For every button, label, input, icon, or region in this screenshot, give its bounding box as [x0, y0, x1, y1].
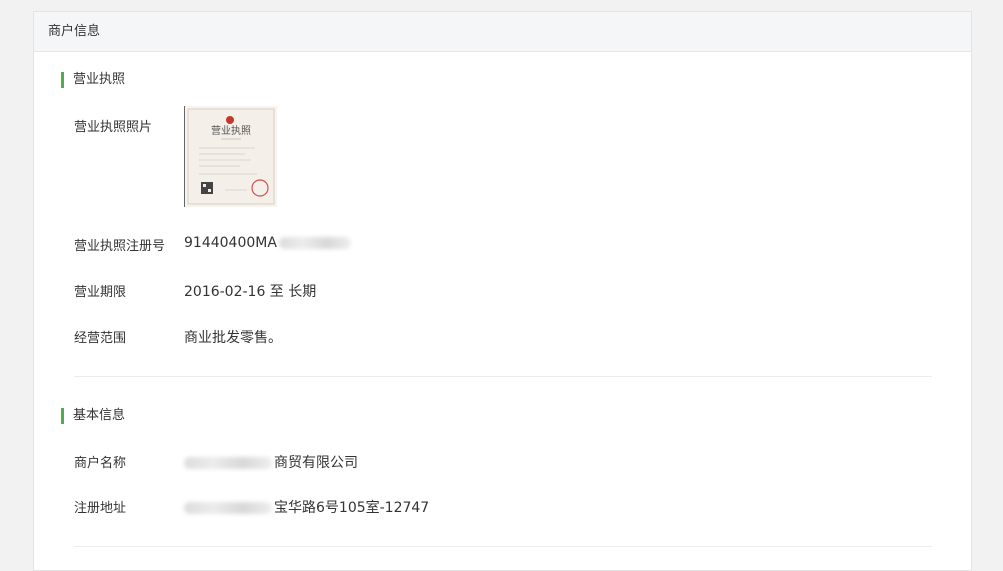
merchant-name-label: 商户名称	[74, 456, 127, 471]
term-value: 2016-02-16 至 长期	[184, 284, 317, 300]
license-document-image: 营业执照	[187, 108, 275, 205]
card-header: 商户信息	[34, 12, 971, 52]
merchant-name-text: 商贸有限公司	[274, 455, 358, 471]
address-value: 宝华路6号105室-12747	[184, 497, 429, 517]
redacted-blur	[184, 457, 272, 469]
section-divider	[74, 376, 932, 377]
svg-text:营业执照: 营业执照	[211, 124, 251, 137]
reg-no-label: 营业执照注册号	[74, 239, 166, 254]
reg-no-value: 91440400MA	[184, 235, 351, 251]
section-divider	[74, 546, 932, 547]
merchant-name-value: 商贸有限公司	[184, 452, 358, 472]
scope-label: 经营范围	[74, 331, 127, 346]
section-accent-bar	[61, 408, 64, 424]
reg-no-text: 91440400MA	[184, 235, 277, 251]
section-title-basic: 基本信息	[61, 408, 125, 424]
section-accent-bar	[61, 72, 64, 88]
section-title-text: 基本信息	[73, 408, 126, 423]
merchant-info-card: 商户信息 营业执照 营业执照照片 营业执照 营业执照注册号 91440400MA…	[33, 11, 972, 571]
address-label: 注册地址	[74, 501, 127, 516]
section-title-license: 营业执照	[61, 72, 125, 88]
qr-code-icon	[201, 182, 213, 194]
license-photo-label: 营业执照照片	[74, 120, 153, 135]
scope-value: 商业批发零售。	[184, 330, 282, 346]
address-text: 宝华路6号105室-12747	[274, 500, 430, 516]
redacted-blur	[184, 502, 272, 514]
license-photo-thumbnail[interactable]: 营业执照	[184, 106, 277, 207]
section-title-text: 营业执照	[73, 72, 126, 87]
term-label: 营业期限	[74, 285, 127, 300]
emblem-icon	[226, 116, 234, 124]
redacted-blur	[278, 237, 351, 249]
